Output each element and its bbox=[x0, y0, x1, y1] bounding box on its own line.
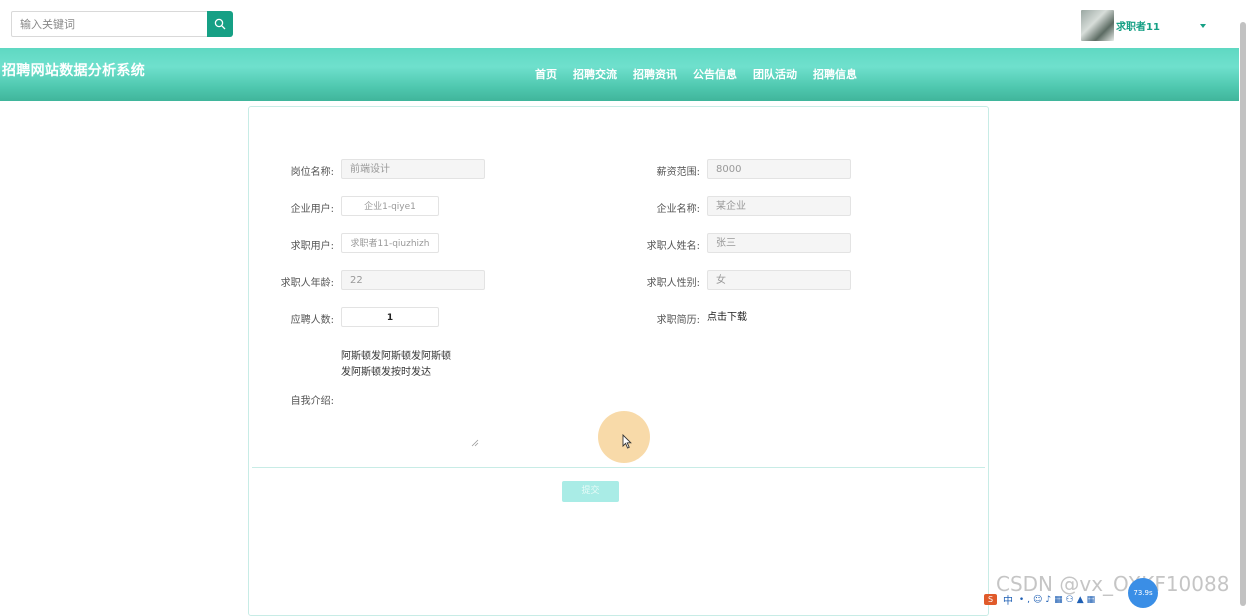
seeker-name-label: 求职人姓名: bbox=[646, 241, 700, 252]
applicants-label: 应聘人数: bbox=[290, 315, 334, 326]
company-user-select[interactable]: 企业1-qiye1 bbox=[341, 196, 439, 216]
seeker-user-label: 求职用户: bbox=[290, 241, 334, 252]
nav-item-team-activities[interactable]: 团队活动 bbox=[753, 66, 797, 82]
resize-handle-icon[interactable] bbox=[471, 439, 479, 447]
job-name-label: 岗位名称: bbox=[290, 167, 334, 178]
user-menu[interactable]: 求职者11 bbox=[1081, 10, 1206, 41]
submit-button[interactable]: 提交 bbox=[562, 481, 619, 502]
seeker-age-field[interactable]: 22 bbox=[341, 270, 485, 290]
seeker-user-select[interactable]: 求职者11-qiuzhizh bbox=[341, 233, 439, 253]
salary-label: 薪资范围: bbox=[656, 167, 700, 178]
resume-download-link[interactable]: 点击下载 bbox=[707, 308, 747, 323]
ime-mode-label[interactable]: 中 bbox=[1003, 592, 1013, 607]
scrollbar-thumb[interactable] bbox=[1240, 22, 1246, 606]
resume-label: 求职简历: bbox=[656, 315, 700, 326]
nav-item-announcements[interactable]: 公告信息 bbox=[693, 66, 737, 82]
intro-textarea[interactable]: 阿斯顿发阿斯顿发阿斯顿 发阿斯顿发按时发达 bbox=[341, 349, 479, 446]
ime-logo-icon[interactable]: S bbox=[984, 594, 997, 605]
chevron-down-icon[interactable] bbox=[1199, 23, 1206, 28]
seeker-age-label: 求职人年龄: bbox=[280, 278, 334, 289]
intro-line-1: 阿斯顿发阿斯顿发阿斯顿 bbox=[341, 351, 451, 362]
avatar[interactable] bbox=[1081, 10, 1114, 41]
search-input[interactable] bbox=[11, 11, 214, 37]
ime-tool-icons[interactable]: •,☺♪▦⚇▲▦ bbox=[1013, 595, 1098, 605]
seeker-gender-label: 求职人性别: bbox=[646, 278, 700, 289]
site-title: 招聘网站数据分析系统 bbox=[2, 63, 145, 79]
salary-field[interactable]: 8000 bbox=[707, 159, 851, 179]
company-name-field[interactable]: 某企业 bbox=[707, 196, 851, 216]
header-band: 招聘网站数据分析系统 首页 招聘交流 招聘资讯 公告信息 团队活动 招聘信息 bbox=[0, 48, 1247, 101]
ime-timer-bubble: 73.9s bbox=[1128, 578, 1158, 608]
search-button[interactable] bbox=[207, 11, 233, 37]
nav-item-recruit-info[interactable]: 招聘信息 bbox=[813, 66, 857, 82]
form-divider bbox=[252, 467, 985, 468]
nav-item-recruit-news[interactable]: 招聘资讯 bbox=[633, 66, 677, 82]
job-name-field[interactable]: 前端设计 bbox=[341, 159, 485, 179]
mouse-cursor-icon bbox=[622, 434, 632, 449]
nav-item-home[interactable]: 首页 bbox=[535, 66, 557, 82]
applicants-stepper[interactable]: 1 bbox=[341, 307, 439, 327]
nav-item-recruit-exchange[interactable]: 招聘交流 bbox=[573, 66, 617, 82]
intro-label: 自我介绍: bbox=[290, 396, 334, 407]
seeker-name-field[interactable]: 张三 bbox=[707, 233, 851, 253]
seeker-gender-field[interactable]: 女 bbox=[707, 270, 851, 290]
application-form-panel: 岗位名称: 前端设计 薪资范围: 8000 企业用户: 企业1-qiye1 企业… bbox=[248, 106, 989, 616]
user-name[interactable]: 求职者11 bbox=[1116, 18, 1160, 33]
company-user-label: 企业用户: bbox=[290, 204, 334, 215]
search-icon bbox=[214, 18, 226, 30]
top-bar: 求职者11 bbox=[0, 0, 1247, 48]
ime-toolbar[interactable]: S 中 •,☺♪▦⚇▲▦ bbox=[984, 592, 1098, 607]
intro-line-2: 发阿斯顿发按时发达 bbox=[341, 367, 431, 378]
company-name-label: 企业名称: bbox=[656, 204, 700, 215]
main-nav: 首页 招聘交流 招聘资讯 公告信息 团队活动 招聘信息 bbox=[535, 66, 873, 82]
